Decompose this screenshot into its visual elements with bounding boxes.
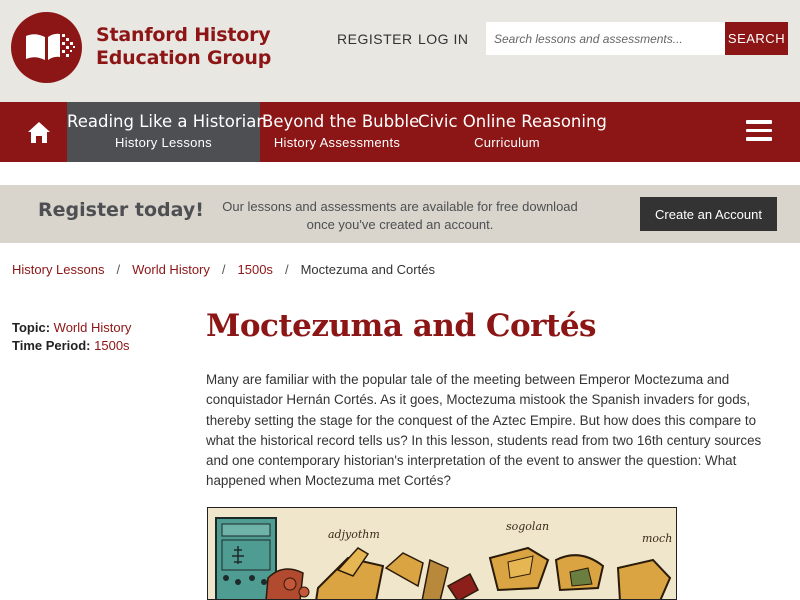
breadcrumb-separator: /	[284, 262, 289, 277]
codex-illustration: adjyothm sogolan moch	[207, 507, 677, 600]
nav-reading-like-a-historian[interactable]: Reading Like a Historian History Lessons	[67, 102, 267, 162]
sheg-logo[interactable]	[11, 12, 82, 83]
register-link[interactable]: REGISTER	[337, 31, 413, 47]
main-nav: Reading Like a Historian History Lessons…	[0, 102, 800, 162]
topic-label: Topic:	[12, 320, 51, 335]
org-name[interactable]: Stanford History Education Group	[96, 24, 271, 70]
topic-link[interactable]: World History	[54, 320, 132, 335]
codex-caption-1: adjyothm	[328, 528, 380, 541]
aztec-codex-image: adjyothm sogolan moch	[208, 508, 676, 599]
codex-caption-2: sogolan	[506, 520, 549, 533]
time-period-label: Time Period:	[12, 338, 91, 353]
breadcrumb-separator: /	[116, 262, 121, 277]
breadcrumb-history-lessons[interactable]: History Lessons	[12, 262, 104, 277]
nav-item-title: Beyond the Bubble	[262, 112, 420, 131]
nav-beyond-the-bubble[interactable]: Beyond the Bubble History Assessments	[262, 102, 420, 162]
breadcrumb-current: Moctezuma and Cortés	[300, 262, 435, 277]
create-account-button[interactable]: Create an Account	[640, 197, 777, 231]
nav-item-subtitle: History Lessons	[115, 135, 212, 150]
org-name-line2: Education Group	[96, 47, 272, 69]
site-header: Stanford History Education Group REGISTE…	[0, 0, 800, 102]
search-input[interactable]	[486, 22, 725, 55]
banner-title: Register today!	[38, 199, 204, 221]
codex-caption-3: moch	[642, 532, 672, 545]
lesson-intro: Many are familiar with the popular tale …	[206, 372, 762, 489]
breadcrumb-separator: /	[221, 262, 226, 277]
hamburger-menu-icon[interactable]	[746, 120, 776, 144]
breadcrumb: History Lessons / World History / 1500s / Moct…	[12, 262, 435, 277]
nav-item-title: Civic Online Reasoning	[418, 112, 607, 131]
home-icon	[28, 122, 50, 143]
nav-item-subtitle: Curriculum	[474, 135, 540, 150]
nav-item-subtitle: History Assessments	[273, 135, 401, 150]
breadcrumb-world-history[interactable]: World History	[132, 262, 210, 277]
nav-civic-online-reasoning[interactable]: Civic Online Reasoning Curriculum	[418, 102, 607, 162]
book-logo-icon	[26, 33, 75, 60]
home-button[interactable]	[20, 119, 58, 147]
banner-text: Our lessons and assessments are availabl…	[222, 199, 578, 232]
search-button[interactable]: SEARCH	[725, 22, 788, 55]
nav-item-title: Reading Like a Historian	[67, 112, 267, 131]
time-period-link[interactable]: 1500s	[94, 338, 129, 353]
login-link[interactable]: LOG IN	[418, 31, 468, 47]
breadcrumb-1500s[interactable]: 1500s	[238, 262, 273, 277]
register-banner: Register today! Our lessons and assessme…	[0, 185, 800, 243]
org-name-line1: Stanford History	[96, 24, 271, 46]
lesson-meta: Topic: World History Time Period: 1500s	[12, 319, 131, 355]
page-title: Moctezuma and Cortés	[206, 308, 597, 344]
